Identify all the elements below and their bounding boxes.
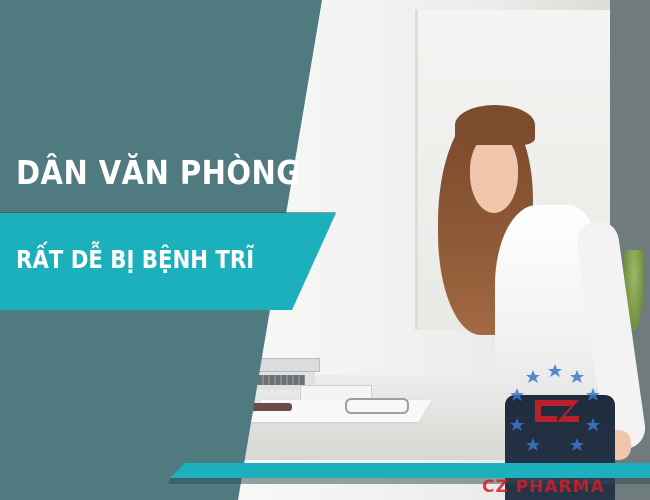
bottom-strip — [170, 463, 650, 478]
brand-watermark: CZ PHARMA — [482, 477, 605, 497]
banner-image: DÂN VĂN PHÒNG RẤT DỄ BỊ BỆNH TRĨ CZ PHAR… — [0, 0, 650, 500]
headline: DÂN VĂN PHÒNG — [16, 153, 301, 192]
subheadline: RẤT DỄ BỊ BỆNH TRĨ — [16, 245, 255, 274]
